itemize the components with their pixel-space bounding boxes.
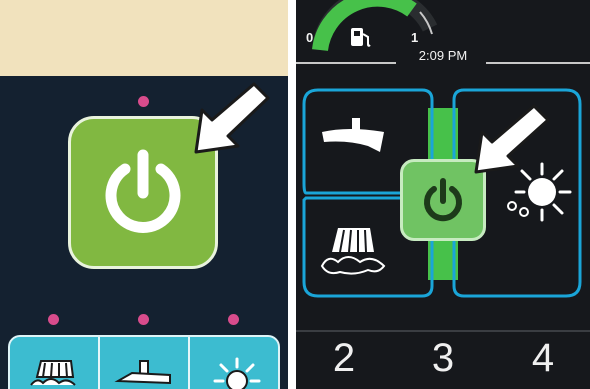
divider-line: [486, 62, 590, 64]
indicator-dot: [48, 314, 59, 325]
divider-line: [296, 330, 590, 332]
right-control-panel: 0 1 2:09 PM 2 3 4: [296, 0, 590, 389]
arrow-pointer-icon: [194, 82, 270, 154]
header-band: [0, 0, 288, 76]
gauge-min-label: 0: [306, 30, 314, 45]
squeegee-icon: [114, 360, 171, 385]
fuel-pump-icon: [351, 28, 371, 47]
squeegee-icon[interactable]: [318, 114, 388, 158]
mode-number-2[interactable]: 2: [324, 336, 364, 381]
divider-line: [296, 62, 396, 64]
gauge-max-label: 1: [411, 30, 419, 45]
mode-splash-button[interactable]: [188, 337, 278, 389]
mode-number-4[interactable]: 4: [523, 336, 563, 381]
mode-number-3[interactable]: 3: [423, 336, 463, 381]
mode-scrub-button[interactable]: [10, 337, 98, 389]
left-control-panel: [0, 0, 288, 389]
power-icon: [424, 178, 462, 222]
clock: 2:09 PM: [418, 48, 468, 63]
mode-squeegee-button[interactable]: [98, 337, 188, 389]
indicator-dot: [138, 314, 149, 325]
indicator-dot: [228, 314, 239, 325]
brush-scrub-icon: [30, 360, 76, 386]
mode-selector-bar: [8, 335, 280, 389]
splash-wash-icon: [213, 357, 261, 389]
brush-scrub-icon[interactable]: [318, 222, 390, 278]
indicator-dot: [138, 96, 149, 107]
arrow-pointer-icon: [474, 104, 550, 174]
power-icon: [105, 149, 181, 233]
